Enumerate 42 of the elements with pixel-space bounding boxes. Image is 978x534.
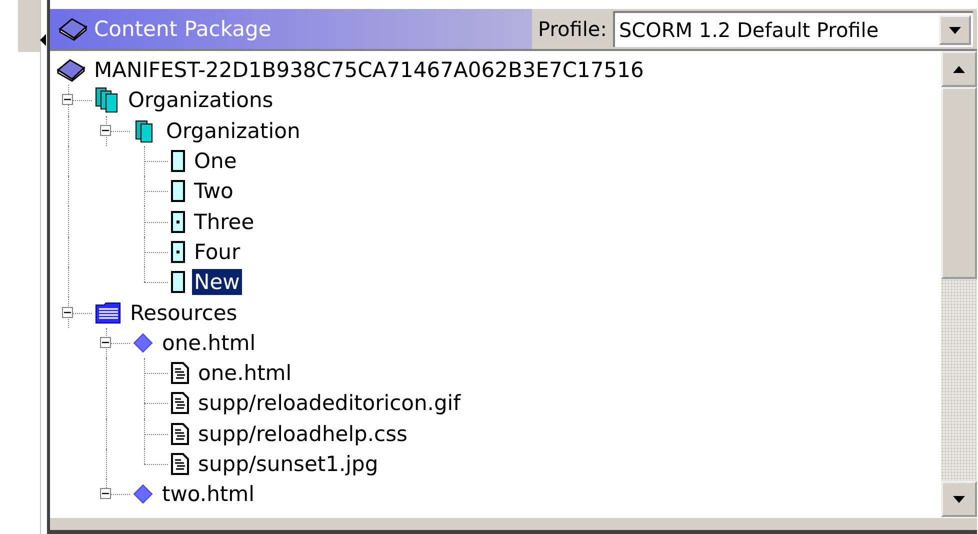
diamond-icon [132,332,154,354]
dropdown-button[interactable] [939,15,971,45]
collapse-toggle[interactable] [62,94,73,106]
collapse-toggle[interactable] [100,124,111,136]
tree-item[interactable]: two.html [160,481,256,508]
document-icon [170,391,190,416]
vertical-scrollbar[interactable] [941,51,977,517]
tree-item[interactable]: Organization [164,118,302,144]
collapse-toggle[interactable] [62,306,73,318]
collapse-toggle[interactable] [100,336,111,348]
splitter-bar[interactable] [50,517,977,534]
scroll-up-button[interactable] [941,51,977,87]
document-icon [170,452,190,476]
tree-item[interactable]: one.html [160,330,258,356]
folder-icon [94,300,122,325]
scroll-down-button[interactable] [941,481,977,517]
document-icon [170,422,190,446]
profile-label: Profile: [538,17,607,41]
stacked-pages-icon [94,87,120,114]
panel-title: Content Package [94,17,272,41]
tree-item[interactable]: Four [192,238,242,265]
book-icon [58,17,88,41]
book-icon [56,58,86,82]
collapse-toggle[interactable] [100,488,111,500]
tree-item[interactable]: supp/sunset1.jpg [196,451,380,477]
scroll-thumb[interactable] [941,87,977,279]
tree-item[interactable]: Three [192,208,256,235]
tree-item[interactable]: supp/reloadeditoricon.gif [196,390,463,416]
tree-item[interactable]: one.html [196,360,294,386]
caret-icon [949,26,961,34]
tree-item[interactable]: supp/reloadhelp.css [196,420,410,447]
up-arrow-icon [953,66,965,72]
tree-item[interactable]: MANIFEST-22D1B938C75CA71467A062B3E7C17516 [92,57,646,84]
profile-dropdown[interactable]: SCORM 1.2 Default Profile [612,11,973,47]
tree-item[interactable]: New [192,269,242,296]
down-arrow-icon [953,496,965,502]
diamond-icon [132,483,154,506]
tree-item[interactable]: Organizations [126,87,276,114]
tree-item[interactable]: Resources [128,300,240,326]
document-icon [170,361,190,386]
tree-item[interactable]: One [192,148,239,174]
tree-item[interactable]: Two [192,178,236,204]
